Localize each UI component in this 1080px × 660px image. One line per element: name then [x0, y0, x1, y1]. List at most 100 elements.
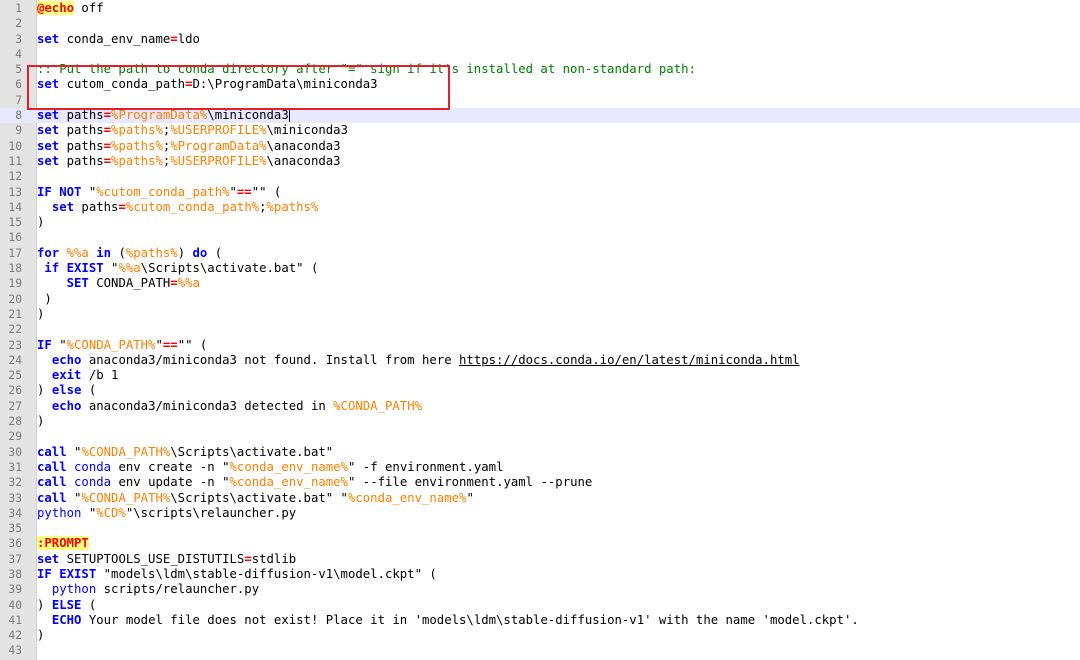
code-line[interactable]: 37 set SETUPTOOLS_USE_DISTUTILS=stdlib [0, 552, 1080, 567]
code-line[interactable]: 4 [0, 47, 1080, 62]
code-line[interactable]: 17 for %%a in (%paths%) do ( [0, 246, 1080, 261]
line-number: 34 [8, 506, 22, 520]
code-line[interactable]: 3 set conda_env_name=ldo [0, 32, 1080, 47]
code-line[interactable]: 19 SET CONDA_PATH=%%a [0, 276, 1080, 291]
code-text: set paths=%paths%;%USERPROFILE%\anaconda… [37, 154, 341, 169]
code-line[interactable]: 21) [0, 307, 1080, 322]
code-token: ; [259, 199, 267, 214]
code-line[interactable]: 9 set paths=%paths%;%USERPROFILE%\minicon… [0, 123, 1080, 138]
code-line[interactable]: 26) else ( [0, 383, 1080, 398]
code-token: paths [74, 199, 119, 214]
line-number: 7 [15, 93, 22, 107]
code-token: ( [81, 383, 97, 398]
code-token: " [66, 444, 82, 459]
code-line[interactable]: 33 call "%CONDA_PATH%\Scripts\activate.ba… [0, 491, 1080, 506]
code-text: call "%CONDA_PATH%\Scripts\activate.bat"… [37, 491, 474, 506]
code-text: ) [37, 628, 44, 643]
line-number: 30 [8, 445, 22, 459]
code-text: SET CONDA_PATH=%%a [37, 276, 200, 291]
line-number: 12 [8, 170, 22, 184]
code-line[interactable]: 23 IF "%CONDA_PATH%"=="" ( [0, 338, 1080, 353]
code-line[interactable]: 35 [0, 521, 1080, 536]
code-line[interactable]: 38 IF EXIST "models\ldm\stable-diffusion-… [0, 567, 1080, 582]
code-token: in [96, 245, 112, 260]
code-token: call [37, 444, 67, 459]
code-token: python [37, 505, 82, 520]
code-token: stdlib [251, 551, 297, 566]
code-line[interactable]: 43 [0, 643, 1080, 658]
code-token: %USERPROFILE% [170, 153, 267, 168]
code-token: ECHO [51, 612, 82, 627]
code-token: call [37, 475, 67, 490]
code-line[interactable]: 10 set paths=%paths%;%ProgramData%\anacon… [0, 139, 1080, 154]
code-token: = [103, 123, 112, 138]
code-token: %paths% [111, 153, 163, 168]
code-line[interactable]: 8 set paths=%ProgramData%\miniconda3 [0, 108, 1080, 124]
code-line[interactable]: 11 set paths=%paths%;%USERPROFILE%\anacon… [0, 154, 1080, 169]
code-line[interactable]: 40) ELSE ( [0, 598, 1080, 613]
code-line[interactable]: 14 set paths=%cutom_conda_path%;%paths% [0, 200, 1080, 215]
code-token: %%a [118, 261, 141, 276]
code-token: ) [37, 383, 52, 398]
code-token: call [37, 459, 67, 474]
code-token: if EXIST [44, 261, 104, 276]
line-number: 5 [15, 63, 22, 77]
code-editor[interactable]: 1 @echo off 2 3 set conda_env_name=ldo 4 5:: P… [0, 0, 1080, 660]
code-token: %%a [66, 245, 89, 260]
code-text: set paths=%cutom_conda_path%;%paths% [37, 199, 319, 215]
code-token: "" ( [251, 184, 282, 199]
code-line[interactable]: 13 IF NOT "%cutom_conda_path%"=="" ( [0, 185, 1080, 200]
code-line[interactable]: 1 @echo off [0, 1, 1080, 16]
code-line[interactable]: 12 [0, 169, 1080, 184]
code-token: python [51, 582, 97, 597]
code-text: python scripts/relauncher.py [37, 582, 259, 597]
url-link[interactable]: https://docs.conda.io/en/latest/minicond… [459, 353, 800, 367]
code-token: do [192, 245, 208, 260]
code-line[interactable]: 36:PROMPT [0, 536, 1080, 551]
code-token: else [51, 383, 82, 398]
line-number: 41 [8, 613, 22, 627]
code-token: :PROMPT [37, 536, 89, 551]
code-line[interactable]: 39 python scripts/relauncher.py [0, 582, 1080, 597]
code-line[interactable]: 41 ECHO Your model file does not exist! … [0, 613, 1080, 628]
code-line[interactable]: 20 ) [0, 292, 1080, 307]
code-line[interactable]: 2 [0, 16, 1080, 31]
code-line[interactable]: 16 [0, 230, 1080, 245]
code-line[interactable]: 18 if EXIST "%%a\Scripts\activate.bat" ( [0, 261, 1080, 276]
code-line[interactable]: 32 call conda env update -n "%conda_env_n… [0, 475, 1080, 490]
line-number: 24 [8, 353, 22, 367]
line-number: 9 [15, 124, 22, 138]
code-line[interactable]: 28) [0, 414, 1080, 429]
code-token: set [51, 199, 75, 214]
code-token: call [37, 490, 67, 505]
code-text: echo anaconda3/miniconda3 not found. Ins… [37, 353, 800, 368]
code-line[interactable]: 15) [0, 215, 1080, 230]
line-number: 20 [8, 292, 22, 306]
code-token: %conda_env_name% [229, 459, 348, 474]
code-text: ) else ( [37, 383, 96, 398]
code-token: anaconda3/miniconda3 not found. Install … [81, 352, 460, 367]
code-token: " -f environment.yaml [348, 459, 504, 474]
code-line[interactable]: 22 [0, 322, 1080, 337]
code-token: \miniconda3 [266, 123, 348, 138]
code-token: %CONDA_PATH% [66, 337, 156, 352]
code-line[interactable]: 31 call conda env create -n "%conda_env_n… [0, 460, 1080, 475]
code-line[interactable]: 42) [0, 628, 1080, 643]
code-token: %cutom_conda_path% [96, 184, 230, 199]
code-line[interactable]: 27 echo anaconda3/miniconda3 detected in… [0, 399, 1080, 414]
line-number: 13 [8, 185, 22, 199]
code-token: == [236, 184, 252, 199]
code-token: off [74, 1, 104, 15]
code-line[interactable]: 30 call "%CONDA_PATH%\Scripts\activate.ba… [0, 445, 1080, 460]
code-line[interactable]: 34 python "%CD%"\scripts\relauncher.py [0, 506, 1080, 521]
code-line[interactable]: 29 [0, 429, 1080, 444]
code-line[interactable]: 25 exit /b 1 [0, 368, 1080, 383]
line-number: 32 [8, 476, 22, 490]
code-text: for %%a in (%paths%) do ( [37, 246, 222, 261]
code-token: %conda_env_name% [347, 490, 467, 505]
code-line[interactable]: 24 echo anaconda3/miniconda3 not found. … [0, 353, 1080, 368]
